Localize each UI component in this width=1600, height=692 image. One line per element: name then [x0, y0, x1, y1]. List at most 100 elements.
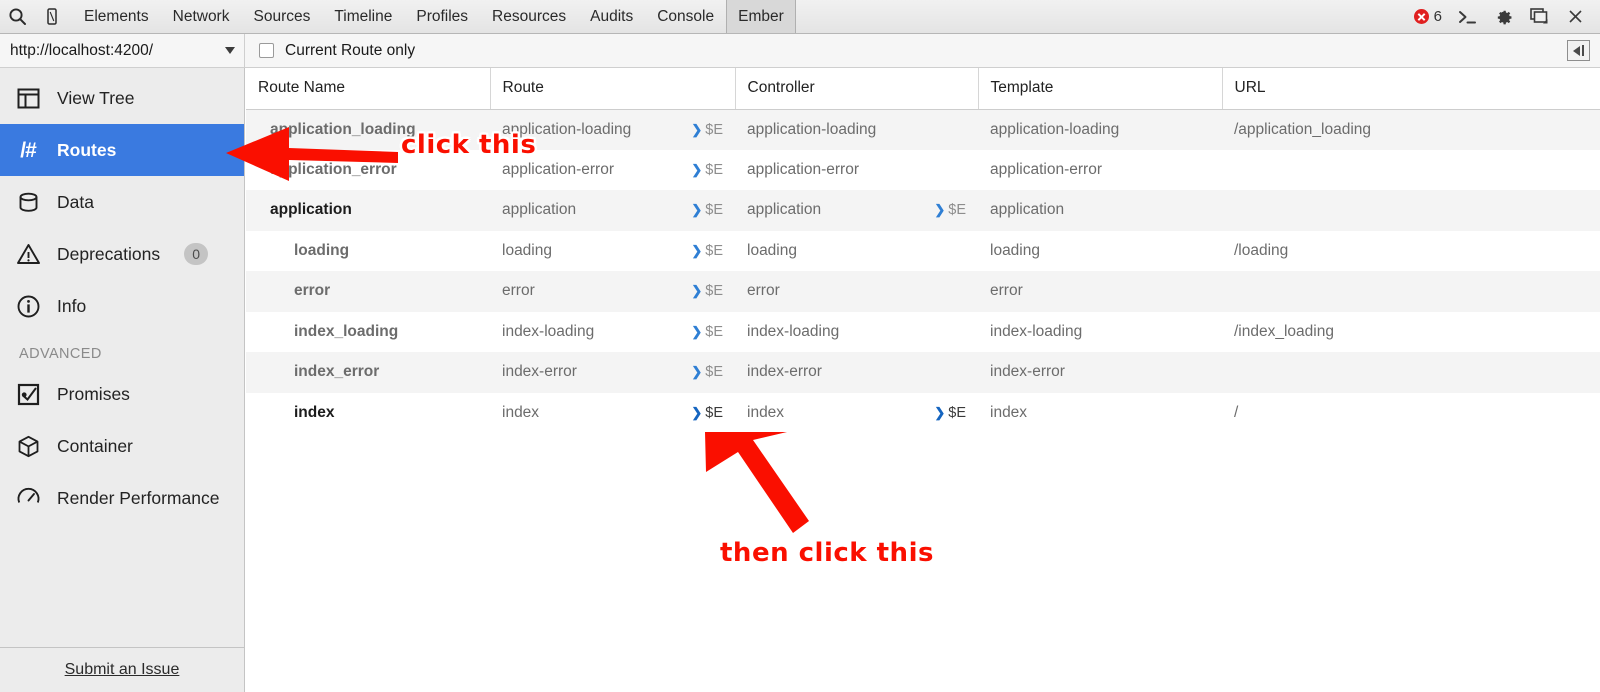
column-header-template[interactable]: Template [978, 68, 1223, 110]
controller-label: index [747, 403, 785, 421]
app-url-value: http://localhost:4200/ [10, 41, 154, 59]
cell-controller: index ❯ $E [735, 392, 978, 433]
error-count-badge[interactable]: 6 [1408, 8, 1448, 25]
current-route-only-label: Current Route only [285, 41, 416, 59]
table-row[interactable]: index_loading index-loading ❯ $E index-loadi… [246, 311, 1600, 352]
controller-label: index-loading [747, 322, 840, 340]
cell-template: index-error [978, 352, 1222, 393]
cell-controller: application ❯ $E [735, 190, 978, 231]
inspect-object-button[interactable]: ❯ $E [691, 122, 723, 138]
route-name-label: loading [294, 241, 350, 259]
inspect-object-button[interactable]: ❯ $E [934, 202, 966, 218]
sidebar-item-label: Render Performance [57, 487, 220, 508]
chevron-right-icon: ❯ [691, 323, 703, 339]
cell-route: index-error ❯ $E [490, 352, 735, 393]
sidebar-item-routes[interactable]: /# Routes [0, 124, 244, 176]
sidebar-item-container[interactable]: Container [0, 420, 244, 472]
inspect-object-button[interactable]: ❯ $E [691, 202, 723, 218]
cell-controller: index-error [735, 352, 978, 393]
tab-timeline[interactable]: Timeline [322, 0, 404, 33]
close-icon[interactable] [1558, 0, 1592, 34]
devtools-toolbar: Elements Network Sources Timeline Profil… [0, 0, 1600, 34]
route-label: index-loading [502, 322, 595, 340]
route-name-label: error [294, 282, 331, 300]
tab-profiles[interactable]: Profiles [404, 0, 480, 33]
inspect-marker-label: $E [705, 364, 723, 381]
inspect-object-button[interactable]: ❯ $E [691, 364, 723, 380]
dock-window-icon[interactable] [1522, 0, 1556, 34]
cell-url [1222, 352, 1600, 393]
column-header-route[interactable]: Route [490, 68, 736, 110]
tab-network[interactable]: Network [161, 0, 242, 33]
table-row[interactable]: application application ❯ $E application ❯ $E a… [246, 190, 1600, 231]
chevron-right-icon: ❯ [691, 404, 703, 420]
cell-template: index-loading [978, 311, 1222, 352]
inspect-object-button[interactable]: ❯ $E [691, 283, 723, 299]
tab-resources[interactable]: Resources [480, 0, 578, 33]
table-row[interactable]: error error ❯ $E error error [246, 271, 1600, 312]
chevron-right-icon: ❯ [691, 202, 703, 218]
inspect-object-button[interactable]: ❯ $E [934, 405, 966, 421]
tab-elements[interactable]: Elements [72, 0, 161, 33]
collapse-panel-icon[interactable] [1567, 40, 1590, 61]
sidebar-item-data[interactable]: Data [0, 176, 244, 228]
cell-route-name: index_loading [246, 311, 490, 352]
promises-icon [14, 380, 42, 408]
inspect-object-button[interactable]: ❯ $E [691, 405, 723, 421]
route-name-label: index_error [294, 363, 380, 381]
cell-url: / [1222, 392, 1600, 433]
container-cube-icon [14, 432, 42, 460]
info-circle-icon [14, 292, 42, 320]
route-label: application-loading [502, 120, 632, 138]
tab-console[interactable]: Console [645, 0, 726, 33]
table-row[interactable]: loading loading ❯ $E loading loading/loading [246, 230, 1600, 271]
device-toggle-icon[interactable] [34, 0, 68, 33]
table-row[interactable]: index index ❯ $E index ❯ $E index / [246, 392, 1600, 433]
tab-audits[interactable]: Audits [578, 0, 645, 33]
column-header-controller[interactable]: Controller [735, 68, 979, 110]
route-name-label: index [294, 403, 335, 421]
deprecations-count-badge: 0 [184, 243, 209, 265]
controller-label: error [747, 282, 780, 300]
route-label: error [502, 282, 535, 300]
current-route-only-toggle[interactable]: Current Route only [245, 42, 415, 60]
submit-an-issue-link[interactable]: Submit an Issue [65, 661, 180, 679]
cell-url [1222, 271, 1600, 312]
view-tree-icon [14, 84, 42, 112]
current-route-only-checkbox[interactable] [259, 43, 274, 58]
cell-template: application-loading [978, 109, 1222, 150]
sidebar-item-label: Promises [57, 383, 130, 404]
inspect-object-button[interactable]: ❯ $E [691, 162, 723, 178]
console-prompt-icon[interactable] [1450, 0, 1484, 34]
tab-ember[interactable]: Ember [726, 0, 796, 33]
gauge-icon [14, 484, 42, 512]
inspect-object-button[interactable]: ❯ $E [691, 324, 723, 340]
sidebar-item-info[interactable]: Info [0, 280, 244, 332]
controller-label: loading [747, 241, 797, 259]
gear-icon[interactable] [1486, 0, 1520, 34]
sidebar-item-deprecations[interactable]: Deprecations 0 [0, 228, 244, 280]
cell-template: loading [978, 230, 1222, 271]
sidebar-item-view-tree[interactable]: View Tree [0, 72, 244, 124]
table-row[interactable]: application_error application-error ❯ $E app… [246, 149, 1600, 190]
sidebar-section-advanced: ADVANCED [19, 346, 102, 362]
column-header-url[interactable]: URL [1222, 68, 1600, 110]
cell-template: error [978, 271, 1222, 312]
search-icon[interactable] [0, 0, 34, 33]
tab-sources[interactable]: Sources [241, 0, 322, 33]
sidebar-item-render-performance[interactable]: Render Performance [0, 472, 244, 524]
table-row[interactable]: application_loading application-loading ❯ $… [246, 109, 1600, 150]
inspect-marker-label: $E [705, 283, 723, 300]
column-header-route-name[interactable]: Route Name [246, 68, 491, 110]
cell-route: application ❯ $E [490, 190, 735, 231]
sidebar-item-promises[interactable]: Promises [0, 368, 244, 420]
route-label: index-error [502, 363, 577, 381]
inspect-object-button[interactable]: ❯ $E [691, 243, 723, 259]
error-count-label: 6 [1433, 8, 1442, 25]
warning-triangle-icon [14, 240, 42, 268]
routes-table: Route Name Route Controller Template URL… [246, 68, 1600, 433]
routes-hash-icon: /# [20, 138, 37, 162]
left-triangle-icon [1573, 45, 1580, 56]
app-url-select[interactable]: http://localhost:4200/ [0, 34, 245, 67]
table-row[interactable]: index_error index-error ❯ $E index-error inde… [246, 352, 1600, 393]
